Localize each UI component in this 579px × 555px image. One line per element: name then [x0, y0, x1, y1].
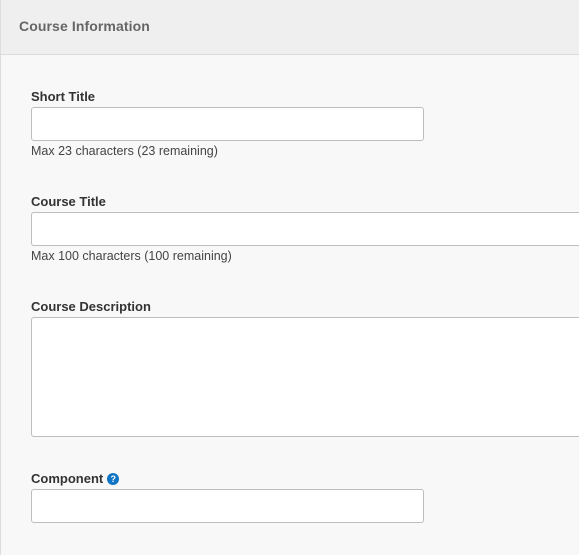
component-label: Component	[31, 471, 104, 486]
short-title-input[interactable]	[31, 107, 424, 141]
course-description-textarea[interactable]	[31, 317, 579, 437]
panel-header: Course Information	[1, 0, 579, 55]
course-title-label: Course Title	[31, 194, 106, 209]
course-information-panel: Course Information Short Title Max 23 ch…	[0, 0, 579, 555]
course-title-help-text: Max 100 characters (100 remaining)	[31, 249, 232, 263]
question-circle-icon[interactable]: ?	[107, 473, 120, 485]
course-description-label: Course Description	[31, 299, 151, 314]
short-title-help-text: Max 23 characters (23 remaining)	[31, 144, 218, 158]
short-title-label: Short Title	[31, 89, 96, 104]
component-label-row: Component?	[31, 471, 120, 486]
course-title-input[interactable]	[31, 212, 579, 246]
component-input[interactable]	[31, 489, 424, 523]
panel-title: Course Information	[19, 18, 150, 34]
